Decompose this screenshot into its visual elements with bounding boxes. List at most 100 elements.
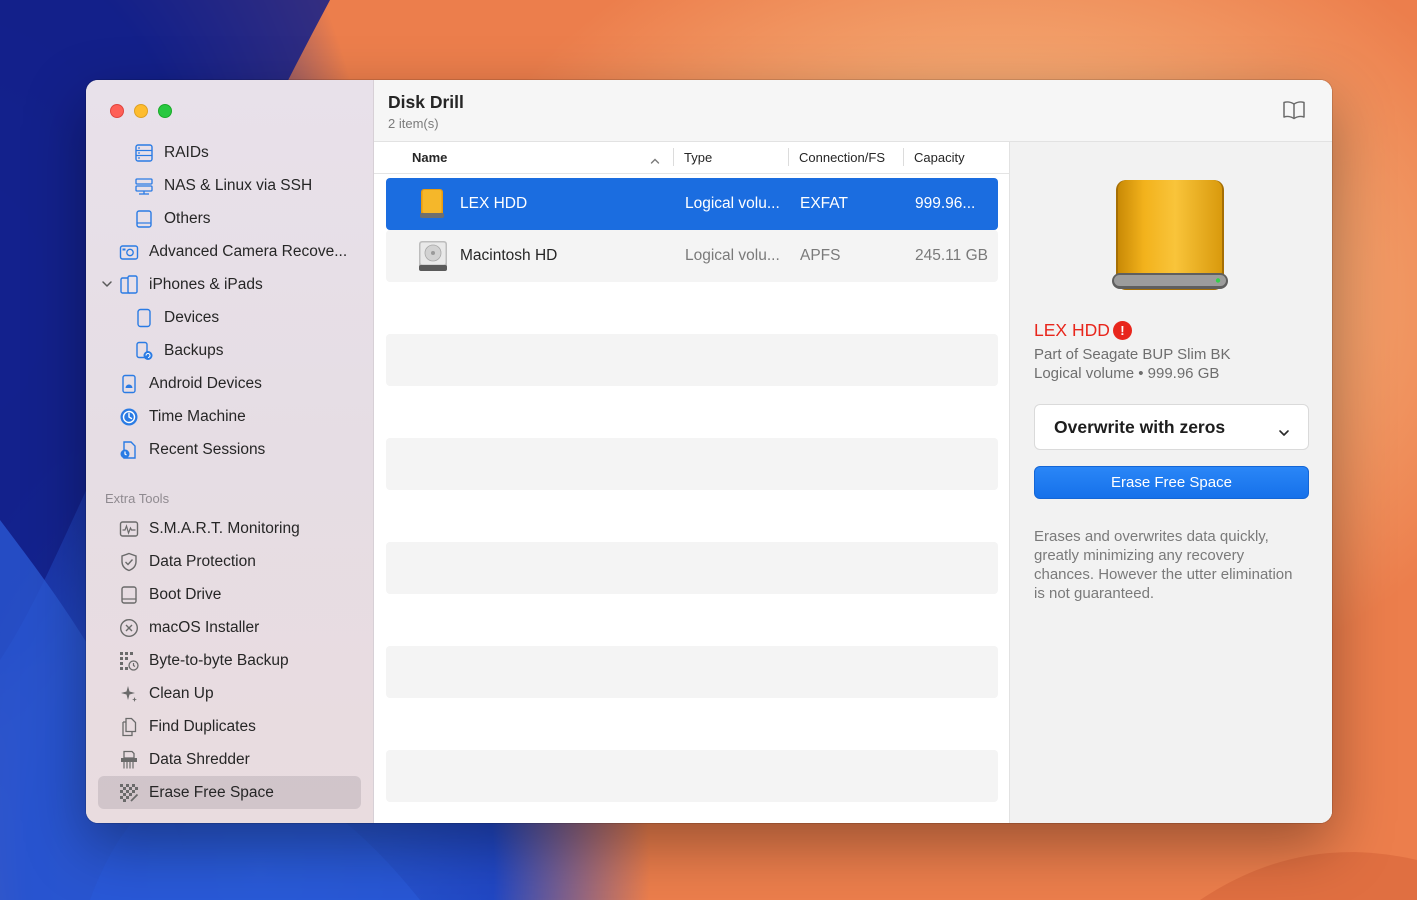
sidebar-item-label: Data Shredder [149, 750, 250, 768]
nas-icon [134, 176, 154, 196]
sidebar-item-data-protection[interactable]: Data Protection [86, 545, 373, 578]
sidebar-item-recent-sessions[interactable]: Recent Sessions [86, 433, 373, 466]
column-divider [673, 148, 674, 166]
sidebar-item-label: iPhones & iPads [149, 275, 263, 293]
disk-type: Logical volu... [685, 247, 780, 264]
column-divider [788, 148, 789, 166]
sidebar-item-clean-up[interactable]: Clean Up [86, 677, 373, 710]
disk-fs: APFS [800, 247, 841, 264]
internal-drive-icon [418, 240, 448, 277]
sidebar-item-macos-installer[interactable]: macOS Installer [86, 611, 373, 644]
disk-name: LEX HDD [460, 195, 528, 212]
sidebar-item-label: Recent Sessions [149, 440, 266, 458]
sidebar-item-camera-recovery[interactable]: Advanced Camera Recove... [86, 235, 373, 268]
sidebar-item-label: Byte-to-byte Backup [149, 651, 289, 669]
sidebar-item-smart-monitoring[interactable]: S.M.A.R.T. Monitoring [86, 512, 373, 545]
empty-row-stripe [386, 334, 998, 386]
sidebar-item-iphones-ipads[interactable]: iPhones & iPads [86, 268, 373, 301]
sidebar-item-find-duplicates[interactable]: Find Duplicates [86, 710, 373, 743]
erase-method-select[interactable]: Overwrite with zeros [1034, 404, 1309, 450]
device-icon [134, 308, 154, 328]
chevron-down-icon[interactable] [101, 278, 113, 290]
table-row[interactable]: LEX HDD Logical volu... EXFAT 999.96... [386, 178, 998, 230]
sidebar-item-label: Android Devices [149, 374, 262, 392]
sidebar-item-label: Advanced Camera Recove... [149, 242, 348, 260]
sidebar-item-nas[interactable]: NAS & Linux via SSH [86, 169, 373, 202]
selected-disk-name: LEX HDD ! [1034, 320, 1132, 341]
erase-free-space-icon [119, 783, 139, 803]
book-icon[interactable] [1282, 100, 1306, 125]
sidebar-item-byte-backup[interactable]: Byte-to-byte Backup [86, 644, 373, 677]
sidebar-item-erase-free-space[interactable]: Erase Free Space [98, 776, 361, 809]
byte-backup-icon [119, 651, 139, 671]
disk-list: Name Type Connection/FS Capacity LEX HDD… [374, 142, 1010, 823]
column-header-name[interactable]: Name [412, 150, 447, 165]
disk-fs: EXFAT [800, 195, 848, 212]
erase-method-value: Overwrite with zeros [1054, 416, 1226, 437]
page-title: Disk Drill [388, 92, 464, 112]
column-header-type[interactable]: Type [684, 150, 712, 165]
table-header: Name Type Connection/FS Capacity [374, 142, 1009, 174]
shield-icon [119, 552, 139, 572]
sidebar-item-others[interactable]: Others [86, 202, 373, 235]
selected-disk-volume-info: Logical volume • 999.96 GB [1034, 365, 1220, 382]
sidebar-item-label: NAS & Linux via SSH [164, 176, 313, 194]
toolbar: Disk Drill 2 item(s) [374, 80, 1332, 142]
sidebar-item-android[interactable]: Android Devices [86, 367, 373, 400]
table-rows: LEX HDD Logical volu... EXFAT 999.96... … [386, 178, 998, 282]
disk-name: Macintosh HD [460, 247, 558, 264]
sidebar-item-label: Time Machine [149, 407, 246, 425]
content-area: Name Type Connection/FS Capacity LEX HDD… [374, 142, 1332, 823]
item-count: 2 item(s) [388, 116, 439, 131]
zoom-window-button[interactable] [158, 104, 172, 118]
sidebar-item-boot-drive[interactable]: Boot Drive [86, 578, 373, 611]
sidebar-item-label: Devices [164, 308, 220, 326]
sidebar-item-devices[interactable]: Devices [86, 301, 373, 334]
minimize-window-button[interactable] [134, 104, 148, 118]
table-row[interactable]: Macintosh HD Logical volu... APFS 245.11… [386, 230, 998, 282]
sidebar-item-time-machine[interactable]: Time Machine [86, 400, 373, 433]
external-drive-icon [418, 188, 446, 225]
sidebar-item-data-shredder[interactable]: Data Shredder [86, 743, 373, 776]
sidebar-item-label: Erase Free Space [149, 783, 274, 801]
disk-capacity: 999.96... [915, 195, 976, 212]
column-header-capacity[interactable]: Capacity [914, 150, 965, 165]
macos-installer-icon [119, 618, 139, 638]
sparkle-icon [119, 684, 139, 704]
selected-disk-parent: Part of Seagate BUP Slim BK [1034, 346, 1231, 363]
sidebar: RAIDs NAS & Linux via SSH Others Advance… [86, 80, 374, 823]
drive-icon [134, 209, 154, 229]
sidebar-item-label: RAIDs [164, 143, 209, 161]
extra-tools-heading: Extra Tools [105, 491, 170, 506]
empty-row-stripe [386, 750, 998, 802]
boot-drive-icon [119, 585, 139, 605]
sidebar-item-raids[interactable]: RAIDs [86, 136, 373, 169]
chevron-down-icon [1278, 422, 1290, 443]
close-window-button[interactable] [110, 104, 124, 118]
external-drive-large-icon [1108, 176, 1232, 305]
sidebar-item-label: S.M.A.R.T. Monitoring [149, 519, 300, 537]
duplicates-icon [119, 717, 139, 737]
disk-type: Logical volu... [685, 195, 780, 212]
detail-pane: LEX HDD ! Part of Seagate BUP Slim BK Lo… [1010, 142, 1332, 823]
iphone-icon [119, 274, 139, 295]
sidebar-item-label: Backups [164, 341, 224, 359]
sidebar-item-label: Others [164, 209, 211, 227]
erase-free-space-button[interactable]: Erase Free Space [1034, 466, 1309, 499]
sidebar-item-backups[interactable]: Backups [86, 334, 373, 367]
column-header-connection-fs[interactable]: Connection/FS [799, 150, 885, 165]
shredder-icon [119, 750, 139, 770]
sidebar-nav: RAIDs NAS & Linux via SSH Others Advance… [86, 136, 373, 809]
sidebar-item-label: Clean Up [149, 684, 214, 702]
sidebar-item-label: macOS Installer [149, 618, 260, 636]
raid-icon [134, 143, 154, 163]
backup-icon [134, 341, 154, 361]
recent-sessions-icon [119, 440, 139, 460]
disk-capacity: 245.11 GB [915, 247, 988, 264]
erase-method-description: Erases and overwrites data quickly, grea… [1034, 528, 1293, 602]
empty-row-stripe [386, 438, 998, 490]
warning-icon[interactable]: ! [1112, 321, 1132, 340]
selected-disk-name-label: LEX HDD [1034, 320, 1110, 340]
window-controls [110, 104, 172, 118]
sort-ascending-icon[interactable] [650, 153, 660, 168]
